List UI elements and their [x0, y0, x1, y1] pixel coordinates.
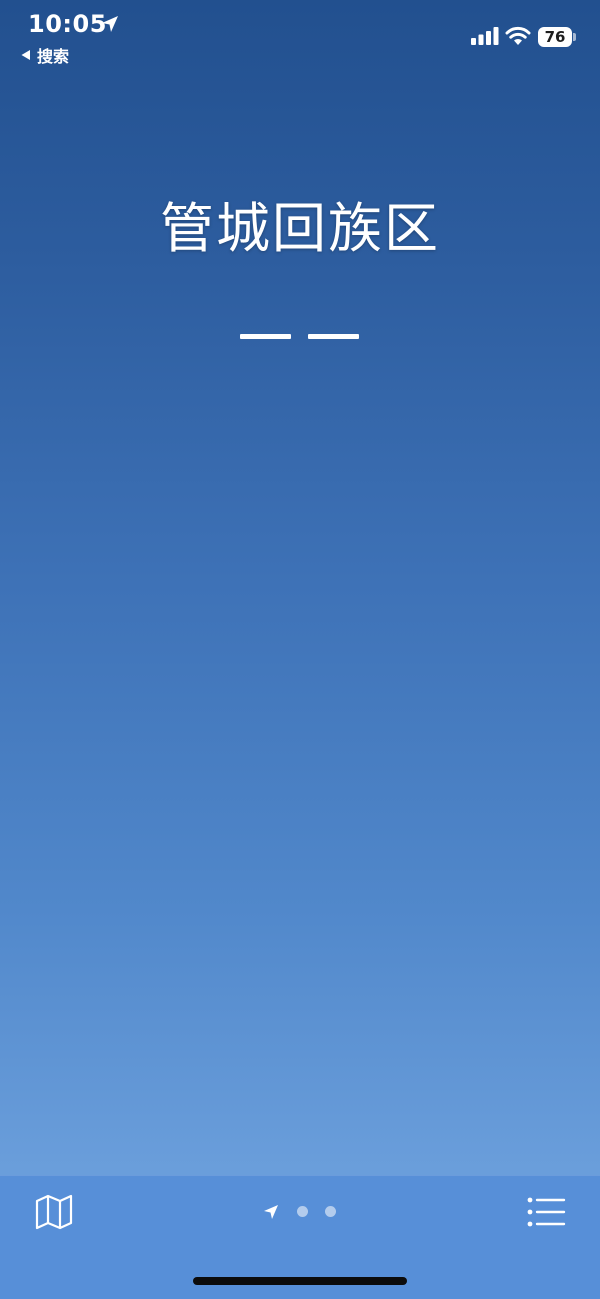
weather-screen: 10:05 76 搜索 管城回族区 — [0, 0, 600, 1299]
cellular-signal-icon — [471, 27, 499, 45]
map-icon[interactable] — [34, 1192, 74, 1232]
location-arrow-icon[interactable] — [262, 1203, 280, 1221]
temperature-placeholder — [240, 334, 360, 346]
temperature-dash — [240, 334, 291, 339]
back-triangle-icon — [21, 50, 30, 60]
page-dot[interactable] — [325, 1206, 336, 1217]
battery-level: 76 — [544, 28, 566, 46]
battery-tip — [573, 33, 576, 41]
page-indicator — [262, 1201, 342, 1221]
status-bar: 10:05 76 搜索 — [0, 0, 600, 66]
back-to-search-link[interactable]: 搜索 — [20, 44, 69, 66]
page-dot[interactable] — [297, 1206, 308, 1217]
list-icon[interactable] — [526, 1194, 566, 1230]
location-name: 管城回族区 — [160, 197, 440, 260]
back-link-label: 搜索 — [37, 47, 70, 66]
wifi-icon — [505, 26, 531, 45]
temperature-dash — [308, 334, 359, 339]
status-time: 10:05 — [28, 10, 107, 38]
location-services-icon — [102, 16, 118, 32]
battery-indicator: 76 — [538, 27, 578, 47]
home-indicator[interactable] — [193, 1277, 407, 1285]
